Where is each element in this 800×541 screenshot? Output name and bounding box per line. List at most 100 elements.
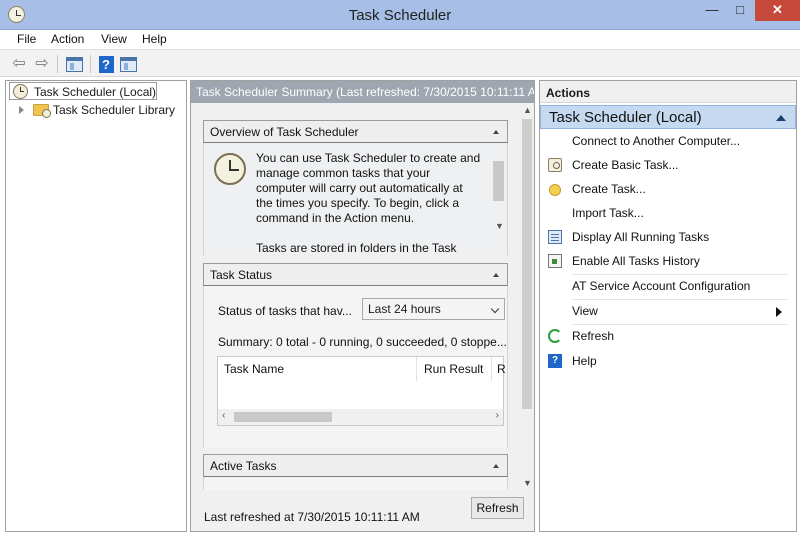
- action-label: Display All Running Tasks: [572, 230, 710, 244]
- last-refreshed-text: Last refreshed at 7/30/2015 10:11:11 AM: [204, 510, 420, 524]
- status-period-select[interactable]: Last 24 hours: [362, 298, 505, 320]
- console-tree[interactable]: Task Scheduler (Local) Task Scheduler Li…: [5, 80, 187, 532]
- action-label: Create Task...: [572, 182, 646, 196]
- status-filter-label: Status of tasks that hav...: [218, 304, 352, 318]
- help-button[interactable]: ?: [95, 53, 117, 75]
- action-import-task[interactable]: Import Task...: [540, 202, 796, 224]
- action-display-all-running-tasks[interactable]: Display All Running Tasks: [540, 226, 796, 248]
- action-label: View: [572, 304, 598, 318]
- action-connect-to-another-computer[interactable]: Connect to Another Computer...: [540, 130, 796, 152]
- running-tasks-icon: [548, 230, 562, 244]
- action-enable-all-tasks-history[interactable]: Enable All Tasks History: [540, 250, 796, 272]
- collapse-icon[interactable]: [493, 464, 499, 468]
- show-hide-console-tree-button[interactable]: [63, 53, 85, 75]
- action-at-service-account-configuration[interactable]: AT Service Account Configuration: [540, 275, 796, 297]
- overview-section-title: Overview of Task Scheduler: [210, 125, 359, 139]
- close-button[interactable]: ✕: [755, 0, 800, 21]
- table-horizontal-scrollbar[interactable]: ‹ ›: [218, 409, 503, 425]
- basic-task-icon: [548, 158, 562, 172]
- tree-item-label: Task Scheduler Library: [53, 103, 176, 117]
- overview-line: computer will carry out automatically at: [256, 181, 463, 195]
- actions-group-header[interactable]: Task Scheduler (Local): [540, 105, 796, 129]
- scroll-left-icon[interactable]: ‹: [222, 410, 225, 421]
- menu-help[interactable]: Help: [142, 32, 167, 46]
- overview-line: the times you specify. To begin, click a: [256, 196, 459, 210]
- show-hide-action-pane-button[interactable]: [117, 53, 139, 75]
- overview-line: Tasks are stored in folders in the Task: [256, 241, 457, 255]
- column-header-run-result[interactable]: Run Result: [424, 362, 483, 376]
- title-bar[interactable]: Task Scheduler — □ ✕: [0, 0, 800, 30]
- overview-text: You can use Task Scheduler to create and…: [256, 151, 484, 256]
- scroll-right-icon[interactable]: ›: [496, 410, 499, 421]
- task-status-section-title: Task Status: [210, 268, 273, 282]
- overview-scrollbar[interactable]: ▼: [492, 147, 505, 233]
- action-create-basic-task[interactable]: Create Basic Task...: [540, 154, 796, 176]
- action-label: Import Task...: [572, 206, 644, 220]
- toolbar-separator: [57, 55, 58, 73]
- action-label: Connect to Another Computer...: [572, 134, 741, 148]
- action-label: Create Basic Task...: [572, 158, 679, 172]
- task-status-section-body: Status of tasks that hav... Last 24 hour…: [203, 286, 508, 448]
- summary-header: Task Scheduler Summary (Last refreshed: …: [191, 81, 534, 103]
- overview-section-header[interactable]: Overview of Task Scheduler: [203, 120, 508, 143]
- scroll-down-icon[interactable]: ▼: [523, 478, 532, 488]
- scroll-down-icon[interactable]: ▼: [495, 221, 504, 231]
- scrollbar-thumb[interactable]: [234, 412, 332, 422]
- actions-group-title: Task Scheduler (Local): [549, 109, 702, 126]
- collapse-icon[interactable]: [776, 115, 786, 121]
- action-create-task[interactable]: Create Task...: [540, 178, 796, 200]
- action-label: Help: [572, 354, 597, 368]
- chevron-down-icon: [490, 304, 500, 314]
- maximize-button[interactable]: □: [727, 0, 753, 21]
- summary-footer: Last refreshed at 7/30/2015 10:11:11 AM …: [191, 490, 534, 531]
- action-label: Refresh: [572, 329, 615, 343]
- column-divider[interactable]: [491, 357, 492, 381]
- status-period-value: Last 24 hours: [368, 302, 441, 316]
- overview-section-body: You can use Task Scheduler to create and…: [203, 143, 508, 255]
- menu-action[interactable]: Action: [51, 32, 84, 46]
- clock-icon: [13, 84, 28, 99]
- toolbar-separator: [90, 55, 91, 73]
- action-view[interactable]: View: [540, 300, 796, 322]
- action-pane-icon: [119, 57, 137, 72]
- action-refresh[interactable]: Refresh: [540, 325, 796, 347]
- action-help[interactable]: ? Help: [540, 350, 796, 372]
- overview-line: manage common tasks that your: [256, 166, 431, 180]
- menu-view[interactable]: View: [101, 32, 127, 46]
- minimize-button[interactable]: —: [699, 0, 725, 21]
- column-header-r[interactable]: R: [497, 362, 506, 376]
- scrollbar-thumb[interactable]: [522, 119, 532, 409]
- collapse-icon[interactable]: [493, 273, 499, 277]
- refresh-button[interactable]: Refresh: [471, 497, 524, 519]
- history-icon: [548, 254, 562, 268]
- expand-arrow-icon[interactable]: [19, 106, 24, 114]
- task-status-section-header[interactable]: Task Status: [203, 263, 508, 286]
- back-arrow-icon: ⇦: [12, 55, 26, 72]
- center-pane: Task Scheduler Summary (Last refreshed: …: [190, 80, 535, 532]
- column-divider[interactable]: [416, 357, 417, 381]
- tree-item-label: Task Scheduler (Local): [34, 85, 157, 99]
- refresh-icon: [548, 329, 562, 343]
- active-tasks-section-title: Active Tasks: [210, 459, 277, 473]
- actions-pane: Actions Task Scheduler (Local) Connect t…: [539, 80, 797, 532]
- overview-line: [256, 226, 484, 241]
- menu-bar: File Action View Help: [0, 30, 800, 49]
- action-label: AT Service Account Configuration: [572, 279, 751, 293]
- active-tasks-section-header[interactable]: Active Tasks: [203, 454, 508, 477]
- back-button[interactable]: ⇦: [8, 53, 30, 75]
- tree-item-task-scheduler-library[interactable]: Task Scheduler Library: [9, 101, 179, 119]
- forward-button[interactable]: ⇨: [31, 53, 53, 75]
- status-summary: Summary: 0 total - 0 running, 0 succeede…: [218, 335, 507, 349]
- actions-pane-title: Actions: [540, 81, 796, 103]
- column-header-task-name[interactable]: Task Name: [224, 362, 284, 376]
- menu-file[interactable]: File: [17, 32, 36, 46]
- scrollbar-thumb[interactable]: [493, 161, 504, 201]
- center-vertical-scrollbar[interactable]: ▲ ▼: [520, 103, 534, 490]
- tree-item-task-scheduler-local[interactable]: Task Scheduler (Local): [9, 82, 157, 100]
- summary-content[interactable]: Overview of Task Scheduler You can use T…: [191, 103, 534, 490]
- submenu-arrow-icon: [776, 307, 782, 317]
- collapse-icon[interactable]: [493, 130, 499, 134]
- help-icon: ?: [548, 354, 562, 368]
- scroll-up-icon[interactable]: ▲: [523, 105, 532, 115]
- task-status-table[interactable]: Task Name Run Result R ‹ ›: [217, 356, 506, 426]
